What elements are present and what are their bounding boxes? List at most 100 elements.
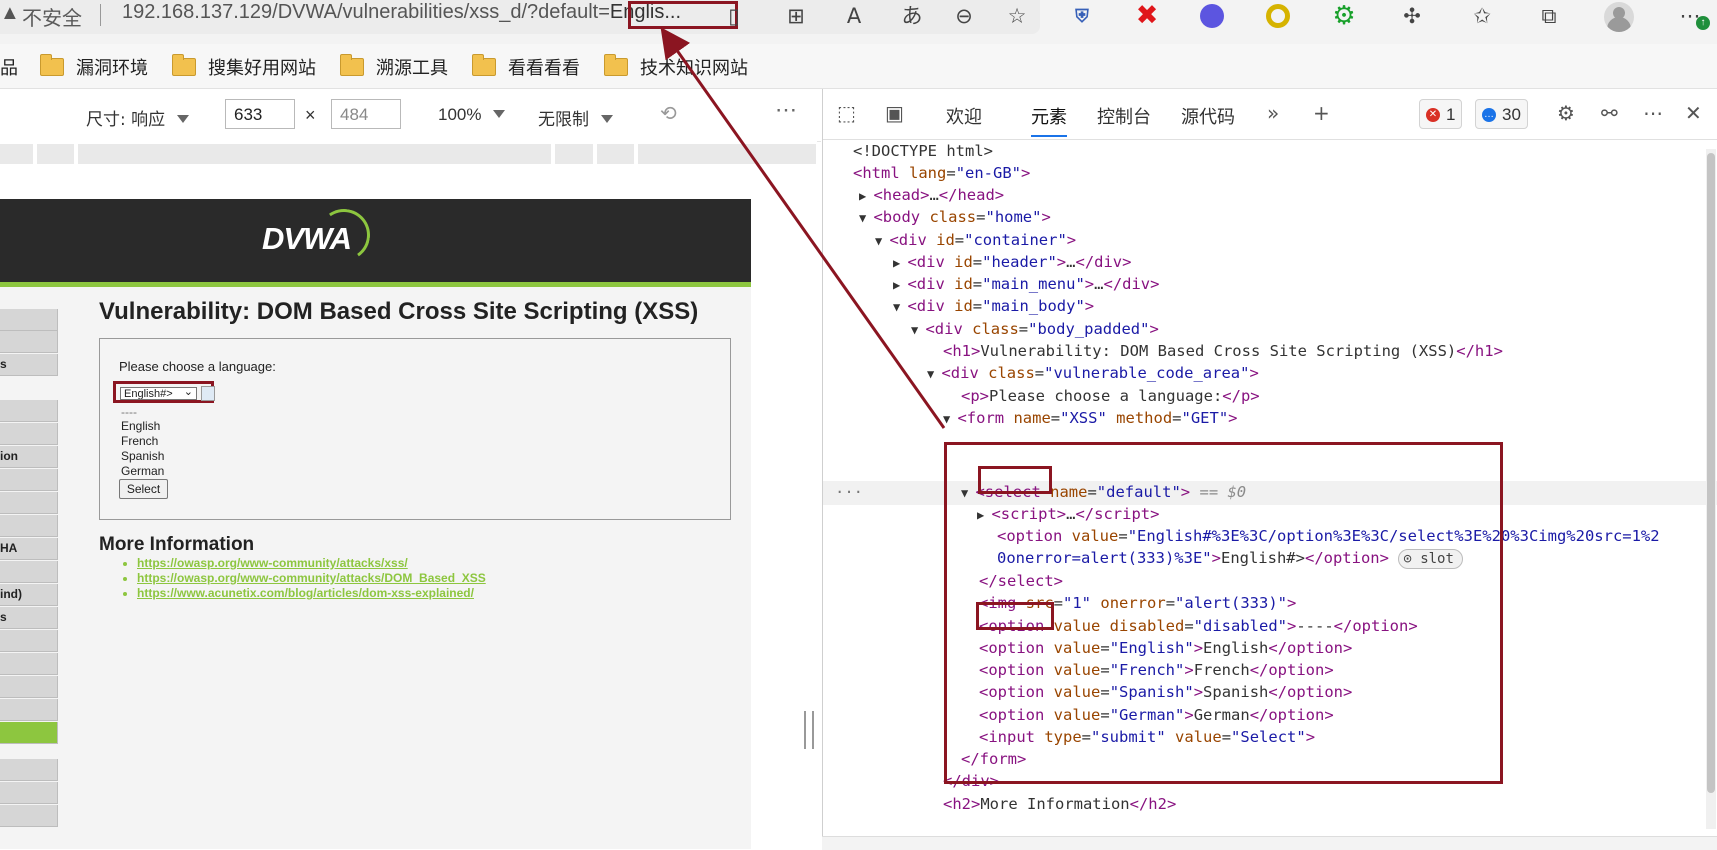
menu-item[interactable] xyxy=(0,492,58,514)
owasp-xss-link[interactable]: https://owasp.org/www-community/attacks/… xyxy=(137,556,408,570)
dom-line[interactable]: ▼ <form name="XSS" method="GET"> xyxy=(943,407,1238,429)
more-info-links: https://owasp.org/www-community/attacks/… xyxy=(118,556,486,601)
tab-welcome[interactable]: 欢迎 xyxy=(946,103,982,129)
tab-elements[interactable]: 元素 xyxy=(1031,103,1067,137)
more-tabs-icon[interactable]: » xyxy=(1267,101,1279,125)
menu-item[interactable] xyxy=(0,469,58,491)
address-bar[interactable]: ▲ 不安全 192.168.137.129/DVWA/vulnerabiliti… xyxy=(0,0,1040,34)
tab-sources[interactable]: 源代码 xyxy=(1181,103,1235,129)
dimensions-dropdown[interactable]: 尺寸: 响应 xyxy=(86,105,190,130)
close-icon[interactable]: ✕ xyxy=(1685,101,1702,125)
menu-item[interactable] xyxy=(0,782,58,804)
bookmark-trace-tools[interactable]: 溯源工具 xyxy=(340,54,448,80)
bookmark-useful-sites[interactable]: 搜集好用网站 xyxy=(172,54,316,80)
dom-line[interactable]: <p>Please choose a language:</p> xyxy=(961,385,1260,407)
extension-gear-icon[interactable]: ⚙ xyxy=(1330,2,1358,30)
bookmark-fragment[interactable]: 品 xyxy=(0,54,18,80)
apps-icon[interactable]: ⊞ xyxy=(782,2,810,30)
message-badge[interactable]: … 30 xyxy=(1475,99,1528,129)
throttle-dropdown[interactable]: 无限制 xyxy=(538,105,613,130)
list-item: https://owasp.org/www-community/attacks/… xyxy=(137,556,486,571)
node-actions-icon[interactable]: ··· xyxy=(835,481,863,503)
menu-item[interactable]: HA xyxy=(0,538,58,560)
devtools-panel: ⬚ ▣ 欢迎 元素 控制台 源代码 » + ✕ 1 … 30 ⚙ ⚯ ⋯ ✕ ···… xyxy=(822,89,1717,849)
menu-item[interactable] xyxy=(0,759,58,781)
dom-line[interactable]: ▼ <div id="container"> xyxy=(875,229,1076,251)
translate-icon[interactable]: あ xyxy=(898,2,926,30)
menu-item[interactable] xyxy=(0,331,58,353)
dom-line[interactable]: <!DOCTYPE html> xyxy=(853,140,993,162)
owasp-dom-xss-link[interactable]: https://owasp.org/www-community/attacks/… xyxy=(137,571,486,585)
bookmark-look[interactable]: 看看看看 xyxy=(472,54,580,80)
inspect-icon[interactable]: ⬚ xyxy=(837,101,856,125)
bookmark-vuln-env[interactable]: 漏洞环境 xyxy=(40,54,148,80)
dom-line[interactable]: ▼ <body class="home"> xyxy=(859,206,1051,228)
width-input[interactable]: 633 xyxy=(225,99,295,129)
menu-item[interactable] xyxy=(0,423,58,445)
add-tab-icon[interactable]: + xyxy=(1313,101,1330,125)
menu-item[interactable] xyxy=(0,699,58,721)
media-query-ruler[interactable] xyxy=(0,141,817,167)
device-more-icon[interactable]: ⋯ xyxy=(775,97,799,123)
device-toolbar: 尺寸: 响应 633 × 484 100% 无限制 ⟲ ⋯ xyxy=(0,89,821,142)
resize-handle[interactable] xyxy=(804,711,814,749)
tab-console[interactable]: 控制台 xyxy=(1097,103,1151,129)
bookmark-label: 溯源工具 xyxy=(376,58,448,79)
menu-item[interactable] xyxy=(0,561,58,583)
update-arrow-icon[interactable]: ↑ xyxy=(1696,16,1710,30)
extensions-puzzle-icon[interactable]: ✣ xyxy=(1398,2,1426,30)
error-badge[interactable]: ✕ 1 xyxy=(1419,99,1463,129)
reader-view-icon[interactable]: ▯ xyxy=(720,2,748,30)
zoom-out-icon[interactable]: ⊖ xyxy=(950,2,978,30)
connect-icon[interactable]: ⚯ xyxy=(1601,101,1618,125)
acunetix-link[interactable]: https://www.acunetix.com/blog/articles/d… xyxy=(137,586,474,600)
extension-circle-icon[interactable] xyxy=(1198,2,1226,30)
extension-shield-icon[interactable]: ⛨ xyxy=(1068,2,1096,30)
menu-item[interactable]: ion xyxy=(0,446,58,468)
dom-line[interactable]: ▼ <div id="main_body"> xyxy=(893,295,1094,317)
menu-item[interactable] xyxy=(0,676,58,698)
dom-line[interactable]: <html lang="en-GB"> xyxy=(853,162,1030,184)
device-mode-icon[interactable]: ▣ xyxy=(885,101,904,125)
profile-avatar[interactable] xyxy=(1604,2,1634,32)
menu-item[interactable] xyxy=(0,515,58,537)
warning-icon[interactable]: ▲ xyxy=(0,2,20,25)
menu-item[interactable] xyxy=(0,309,58,331)
menu-item[interactable] xyxy=(0,630,58,652)
collections-icon[interactable]: ⧉ xyxy=(1535,2,1563,30)
add-favorite-icon[interactable]: ☆ xyxy=(1003,2,1031,30)
menu-item[interactable] xyxy=(0,805,58,827)
read-aloud-icon[interactable]: A xyxy=(840,2,868,30)
option-french: French xyxy=(121,434,159,448)
page-title: Vulnerability: DOM Based Cross Site Scri… xyxy=(99,298,699,325)
bookmark-tech-knowledge[interactable]: 技术知识网站 xyxy=(604,54,748,80)
dom-line[interactable]: ▶ <div id="header">…</div> xyxy=(893,251,1131,273)
extension-x-icon[interactable]: ✖ xyxy=(1133,2,1161,30)
menu-item[interactable] xyxy=(0,400,58,422)
dom-line[interactable]: ▶ <head>…</head> xyxy=(859,184,1004,206)
extension-ring-icon[interactable] xyxy=(1264,2,1292,30)
dom-line[interactable]: <h2>More Information</h2> xyxy=(943,793,1176,815)
menu-item[interactable] xyxy=(0,722,58,744)
height-input[interactable]: 484 xyxy=(331,99,401,129)
times-sign: × xyxy=(305,105,316,125)
dom-line[interactable]: <h1>Vulnerability: DOM Based Cross Site … xyxy=(943,340,1503,362)
zoom-dropdown[interactable]: 100% xyxy=(438,105,506,125)
settings-icon[interactable]: ⚙ xyxy=(1557,101,1575,125)
menu-item[interactable] xyxy=(0,653,58,675)
dom-line[interactable]: ▶ <div id="main_menu">…</div> xyxy=(893,273,1159,295)
dom-line[interactable]: ▼ <div class="vulnerable_code_area"> xyxy=(927,362,1259,384)
folder-icon xyxy=(340,54,364,76)
url-text[interactable]: 192.168.137.129/DVWA/vulnerabilities/xss… xyxy=(122,1,681,24)
rotate-icon[interactable]: ⟲ xyxy=(660,101,677,126)
dom-line[interactable]: ▼ <div class="body_padded"> xyxy=(911,318,1159,340)
favorites-icon[interactable]: ✩ xyxy=(1468,2,1496,30)
devtools-scrollbar[interactable] xyxy=(1706,149,1716,829)
language-select[interactable]: English#> xyxy=(120,387,197,400)
select-submit-button[interactable]: Select xyxy=(119,479,168,499)
menu-item[interactable]: ind) xyxy=(0,584,58,606)
menu-item[interactable]: s xyxy=(0,607,58,629)
menu-item[interactable]: s xyxy=(0,354,58,376)
devtools-more-icon[interactable]: ⋯ xyxy=(1643,101,1663,125)
security-label[interactable]: 不安全 xyxy=(22,2,82,31)
